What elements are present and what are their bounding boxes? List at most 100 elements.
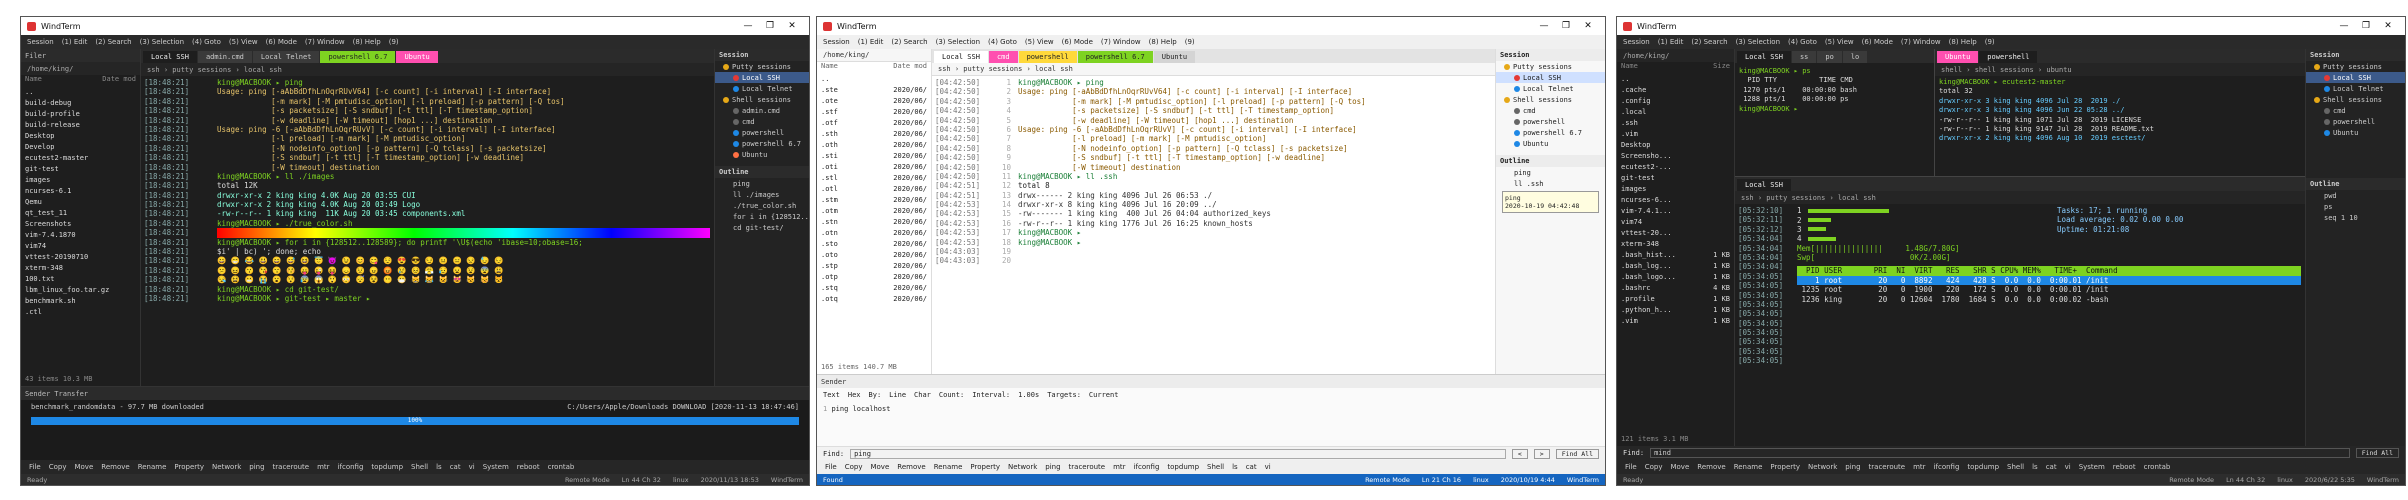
file-row[interactable]: .stn 2020/06/ — [821, 218, 927, 229]
toolbar-ifconfig[interactable]: ifconfig — [338, 463, 364, 471]
toolbar-shell[interactable]: Shell — [1207, 463, 1224, 471]
toolbar-vi[interactable]: vi — [469, 463, 475, 471]
sender-line[interactable]: ping localhost — [831, 405, 890, 413]
sender-option[interactable]: Interval: — [972, 391, 1010, 399]
toolbar-cat[interactable]: cat — [450, 463, 461, 471]
toolbar-mtr[interactable]: mtr — [317, 463, 329, 471]
maximize-button[interactable]: ❐ — [1555, 21, 1577, 31]
toolbar-remove[interactable]: Remove — [1697, 463, 1725, 471]
sender-option[interactable]: Targets: — [1047, 391, 1081, 399]
toolbar-network[interactable]: Network — [1008, 463, 1037, 471]
toolbar-traceroute[interactable]: traceroute — [273, 463, 310, 471]
minimize-button[interactable]: — — [737, 21, 759, 31]
find-all-button[interactable]: Find All — [2355, 448, 2399, 458]
session-group[interactable]: Putty sessions — [2306, 61, 2405, 72]
file-row[interactable]: .ssh — [1621, 119, 1730, 130]
menu-9[interactable]: (9) — [1185, 38, 1195, 46]
file-row[interactable]: .vim — [1621, 130, 1730, 141]
toolbar-property[interactable]: Property — [1770, 463, 1800, 471]
outline-item[interactable]: ./true_color.sh — [715, 200, 809, 211]
toolbar-property[interactable]: Property — [970, 463, 1000, 471]
menu-edit[interactable]: (1) Edit — [858, 38, 884, 46]
menu-mode[interactable]: (6) Mode — [1862, 38, 1893, 46]
tab-ls-0[interactable]: Ubuntu — [1937, 51, 1979, 63]
file-row[interactable]: .otq 2020/06/ — [821, 295, 927, 306]
file-row[interactable]: xterm-348 — [1621, 240, 1730, 251]
status-mode[interactable]: Remote Mode — [565, 476, 610, 484]
outline-item[interactable]: ll .ssh — [1496, 178, 1605, 189]
tab-local-ssh[interactable]: Local SSH — [1737, 179, 1791, 191]
tab-ubuntu[interactable]: Ubuntu — [396, 51, 438, 63]
tab-sender[interactable]: Sender — [25, 390, 50, 398]
session-group[interactable]: Shell sessions — [2306, 94, 2405, 105]
process-row[interactable]: 1 root 20 0 8892 424 428 S 0.0 0.0 0:00.… — [1797, 275, 2301, 286]
file-row[interactable]: vim-7.4.1870 — [25, 231, 136, 242]
ps-output[interactable]: king@MACBOOK ▸ ps PID TTY TIME CMD 1270 … — [1735, 63, 1934, 176]
sender-option[interactable]: Text — [823, 391, 840, 399]
session-item[interactable]: powershell — [2306, 116, 2405, 127]
file-row[interactable]: git-test — [25, 165, 136, 176]
file-row[interactable]: .stf 2020/06/ — [821, 108, 927, 119]
htop-terminal[interactable]: [05:32:10] [05:32:11] [05:32:12] [05:34:04]… — [1735, 204, 2305, 446]
file-row[interactable]: .otm 2020/06/ — [821, 207, 927, 218]
menu-view[interactable]: (5) View — [1825, 38, 1854, 46]
menu-window[interactable]: (7) Window — [1101, 38, 1141, 46]
toolbar-move[interactable]: Move — [74, 463, 93, 471]
breadcrumb[interactable]: ssh › putty sessions › local ssh — [141, 63, 714, 76]
session-group[interactable]: Putty sessions — [715, 61, 809, 72]
toolbar-property[interactable]: Property — [174, 463, 204, 471]
menu-mode[interactable]: (6) Mode — [1062, 38, 1093, 46]
close-button[interactable]: ✕ — [1577, 21, 1599, 31]
toolbar-remove[interactable]: Remove — [897, 463, 925, 471]
session-group[interactable]: Shell sessions — [715, 94, 809, 105]
session-item[interactable]: cmd — [2306, 105, 2405, 116]
file-row[interactable]: Screensho... — [1621, 152, 1730, 163]
menu-session[interactable]: Session — [823, 38, 850, 46]
file-row[interactable]: .bash_hist... 1 KB — [1621, 251, 1730, 262]
toolbar-vi[interactable]: vi — [2065, 463, 2071, 471]
file-row[interactable]: .ote 2020/06/ — [821, 97, 927, 108]
sender-option[interactable]: 1.00s — [1018, 391, 1039, 399]
col-name[interactable]: Name — [1621, 62, 1709, 73]
file-row[interactable]: benchmark.sh — [25, 297, 136, 308]
session-item[interactable]: cmd — [715, 116, 809, 127]
file-row[interactable]: .oto 2020/06/ — [821, 251, 927, 262]
file-row[interactable]: Desktop — [25, 132, 136, 143]
menu-search[interactable]: (2) Search — [95, 38, 131, 46]
process-row[interactable]: 1235 root 20 0 1900 220 172 S 0.0 0.0 0:… — [1797, 285, 2301, 294]
toolbar-topdump[interactable]: topdump — [1167, 463, 1199, 471]
session-item[interactable]: Local SSH — [1496, 72, 1605, 83]
tab-ls-1[interactable]: powershell — [1979, 51, 2038, 63]
menu-edit[interactable]: (1) Edit — [62, 38, 88, 46]
file-row[interactable]: vttest-20... — [1621, 229, 1730, 240]
toolbar-ls[interactable]: ls — [1232, 463, 1238, 471]
toolbar-copy[interactable]: Copy — [49, 463, 67, 471]
menu-window[interactable]: (7) Window — [1901, 38, 1941, 46]
close-button[interactable]: ✕ — [781, 21, 803, 31]
file-row[interactable]: ecutest2-master — [25, 154, 136, 165]
session-item[interactable]: powershell — [1496, 116, 1605, 127]
toolbar-ls[interactable]: ls — [436, 463, 442, 471]
tab-cmd[interactable]: cmd — [988, 51, 1018, 63]
file-row[interactable]: images — [1621, 185, 1730, 196]
find-prev-button[interactable]: < — [1511, 448, 1528, 459]
file-row[interactable]: ncurses-6.1 — [25, 187, 136, 198]
toolbar-traceroute[interactable]: traceroute — [1869, 463, 1906, 471]
toolbar-copy[interactable]: Copy — [1645, 463, 1663, 471]
toolbar-crontab[interactable]: crontab — [2144, 463, 2171, 471]
maximize-button[interactable]: ❐ — [759, 21, 781, 31]
file-row[interactable]: .stp 2020/06/ — [821, 262, 927, 273]
toolbar-file[interactable]: File — [1625, 463, 1637, 471]
menu-selection[interactable]: (3) Selection — [1736, 38, 1780, 46]
file-row[interactable]: .sto 2020/06/ — [821, 240, 927, 251]
toolbar-cat[interactable]: cat — [1246, 463, 1257, 471]
htop-output[interactable]: 1234 Tasks: 17; 1 running Load average: … — [1793, 204, 2305, 446]
file-row[interactable]: .stq 2020/06/ — [821, 284, 927, 295]
file-row[interactable]: build-release — [25, 121, 136, 132]
file-row[interactable]: .bashrc 4 KB — [1621, 284, 1730, 295]
toolbar-ifconfig[interactable]: ifconfig — [1934, 463, 1960, 471]
find-next-button[interactable]: > — [1533, 448, 1550, 459]
menu-help[interactable]: (8) Help — [1149, 38, 1177, 46]
file-row[interactable]: .profile 1 KB — [1621, 295, 1730, 306]
file-row[interactable]: .stl 2020/06/ — [821, 174, 927, 185]
